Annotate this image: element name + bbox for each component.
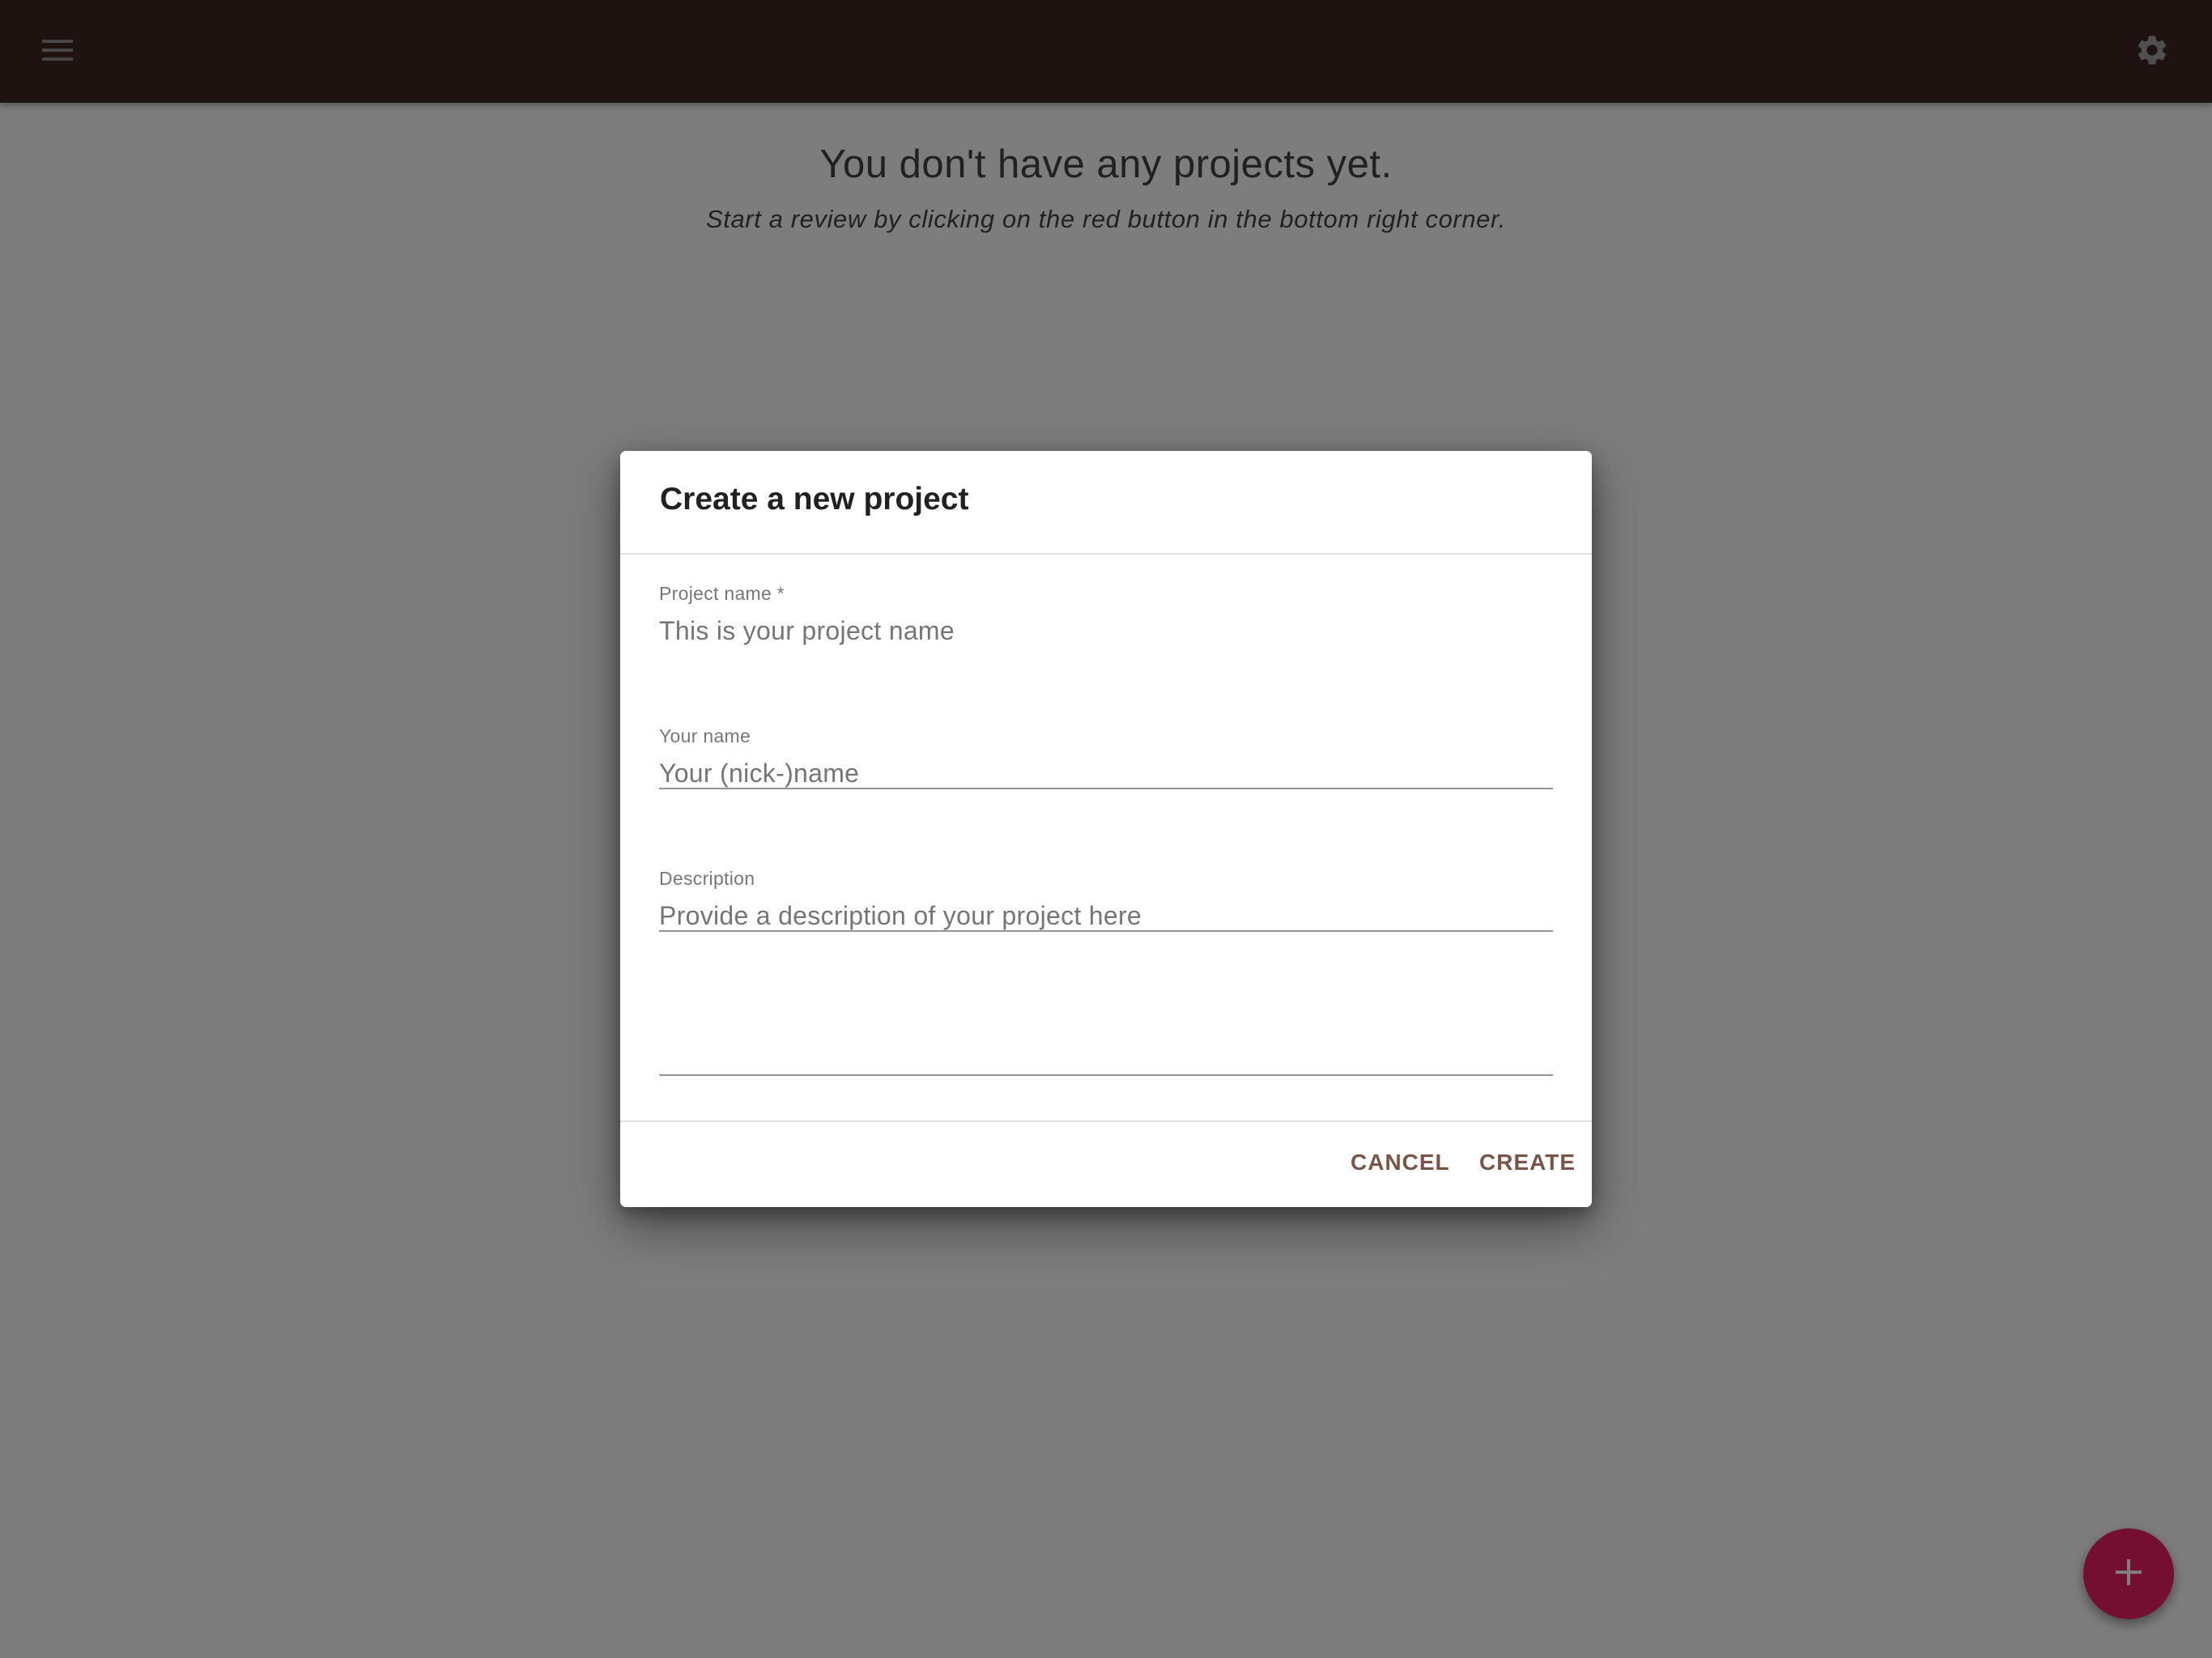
your-name-input[interactable]: [659, 759, 1553, 789]
create-button[interactable]: CREATE: [1479, 1150, 1576, 1175]
cancel-button[interactable]: CANCEL: [1351, 1150, 1450, 1175]
description-field: Description: [659, 868, 1553, 1076]
dialog-header: Create a new project: [620, 451, 1592, 555]
dialog-actions: CANCEL CREATE: [620, 1120, 1592, 1207]
your-name-label: Your name: [659, 725, 751, 746]
your-name-field: Your name: [659, 725, 1553, 932]
project-name-label: Project name *: [659, 583, 785, 604]
app-root: You don't have any projects yet. Start a…: [0, 0, 2212, 1658]
project-name-field: Project name *: [659, 583, 1553, 789]
dialog-title: Create a new project: [660, 482, 969, 517]
description-textarea[interactable]: [659, 901, 1553, 998]
project-name-input[interactable]: [659, 616, 1553, 646]
create-project-dialog: Create a new project Project name * Your…: [620, 451, 1592, 1207]
description-underline: [659, 1074, 1553, 1076]
description-label: Description: [659, 868, 755, 889]
